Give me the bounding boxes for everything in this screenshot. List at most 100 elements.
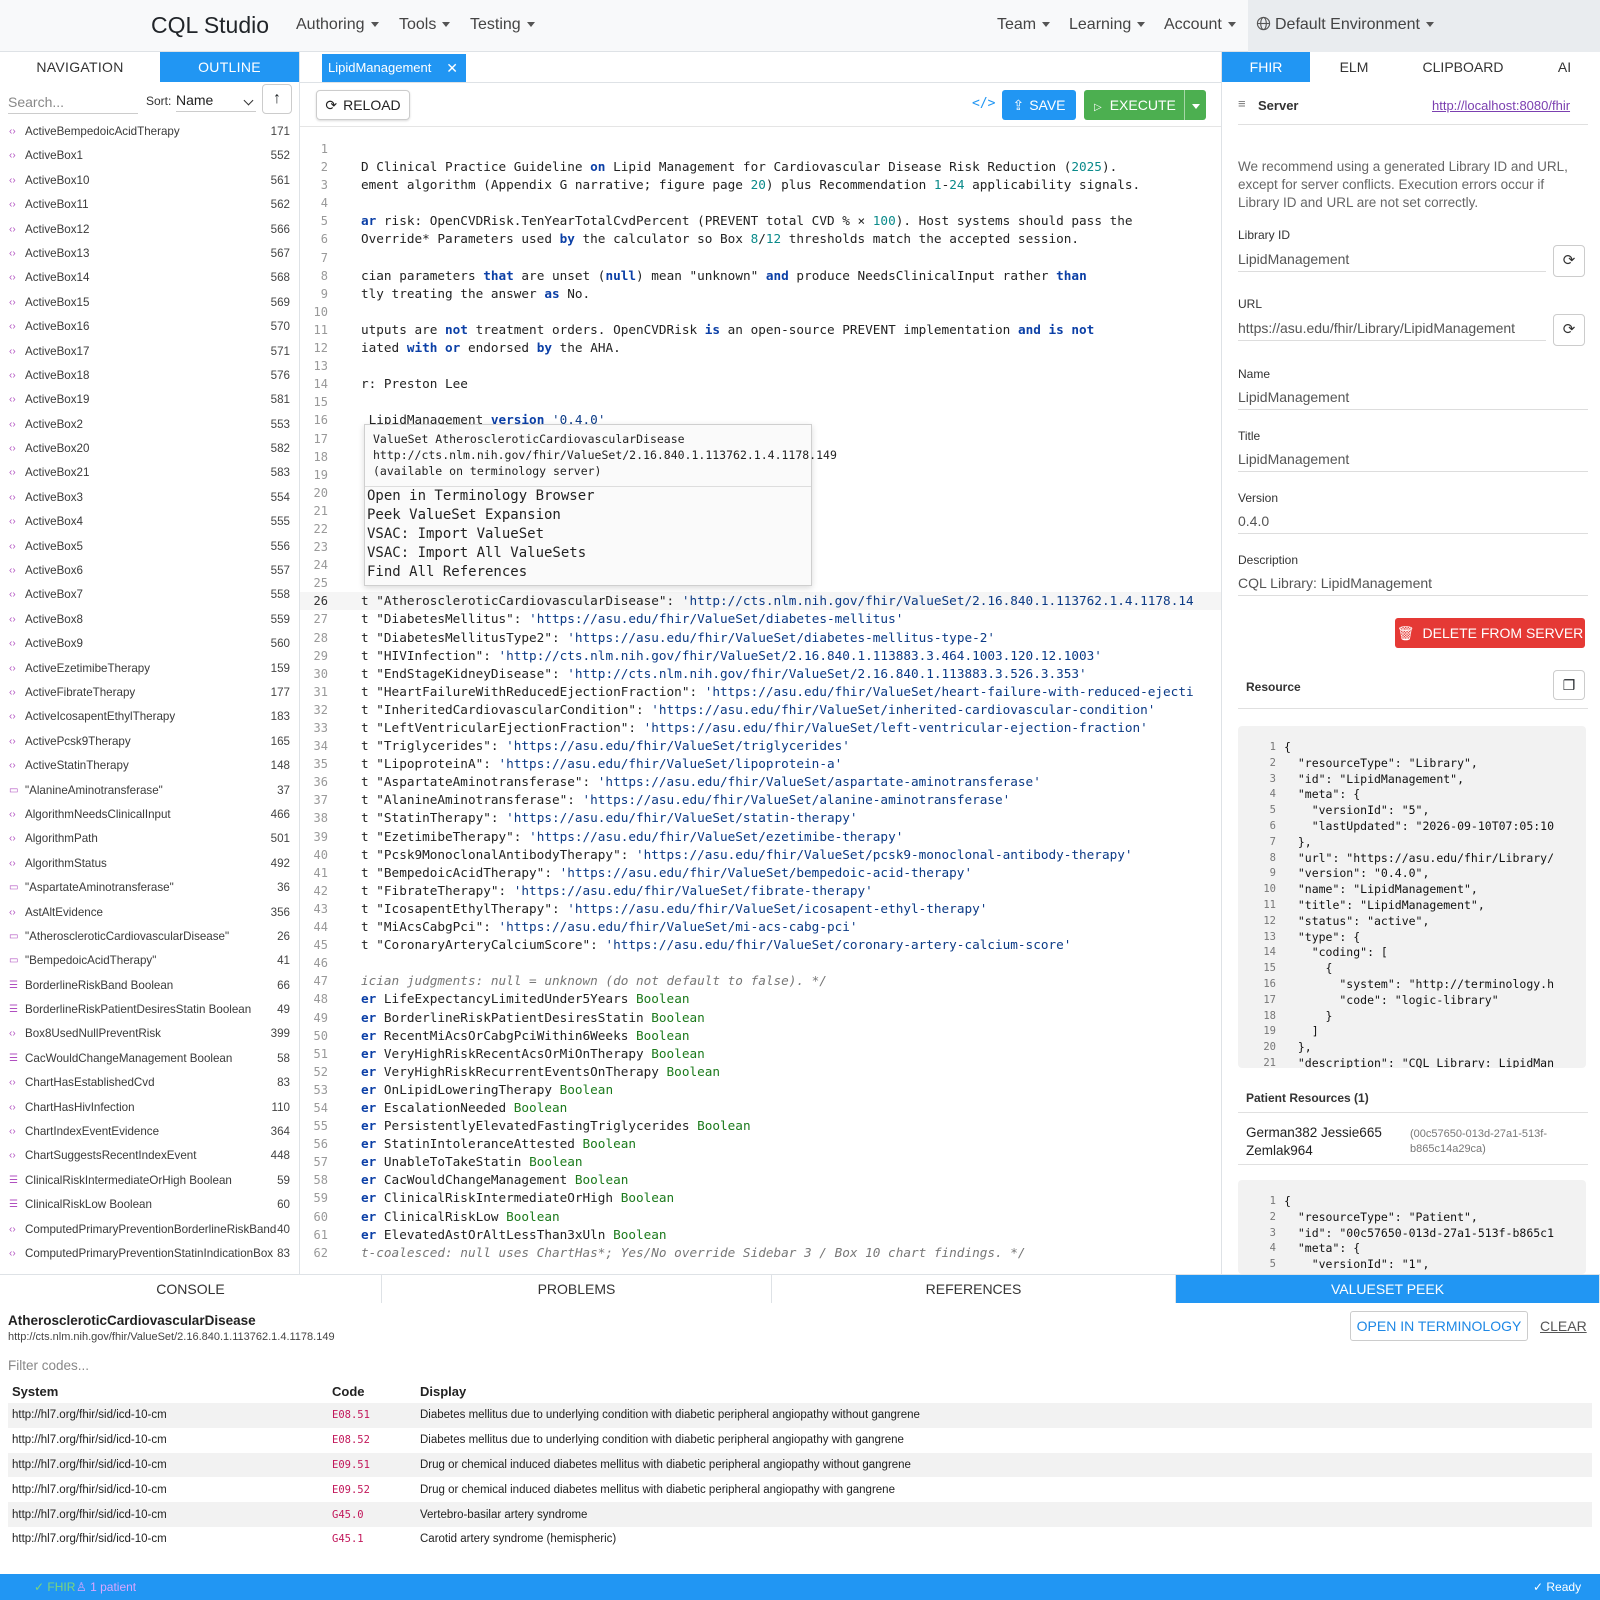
code-line[interactable]: 53 er OnLipidLoweringTherapy Boolean bbox=[300, 1081, 1221, 1099]
menu-tools[interactable]: Tools bbox=[399, 16, 451, 34]
column-header-system[interactable]: System bbox=[8, 1379, 328, 1403]
code-line[interactable]: 60 er ClinicalRiskLow Boolean bbox=[300, 1208, 1221, 1226]
code-line[interactable]: 15 bbox=[300, 393, 1221, 411]
code-line[interactable]: 52 er VeryHighRiskRecurrentEventsOnTherap… bbox=[300, 1063, 1221, 1081]
sort-select[interactable]: Name bbox=[176, 88, 256, 112]
code-line[interactable]: 37 t "AlanineAminotransferase": 'https://… bbox=[300, 791, 1221, 809]
table-row[interactable]: http://hl7.org/fhir/sid/icd-10-cm E09.52 D… bbox=[8, 1477, 1592, 1502]
outline-item[interactable]: ☰ CacWouldChangeManagement Boolean 58 bbox=[0, 1047, 300, 1071]
reload-button[interactable]: ⟳ RELOAD bbox=[316, 90, 410, 120]
action-vsac-import[interactable]: VSAC: Import ValueSet bbox=[367, 525, 811, 544]
title-field[interactable]: LipidManagement bbox=[1238, 446, 1588, 472]
outline-item[interactable]: ‹› ComputedPrimaryPreventionStatinIndicat… bbox=[0, 1242, 300, 1262]
code-line[interactable]: 58 er CacWouldChangeManagement Boolean bbox=[300, 1171, 1221, 1189]
action-vsac-import-all[interactable]: VSAC: Import All ValueSets bbox=[367, 544, 811, 563]
environment-selector[interactable]: Default Environment bbox=[1248, 0, 1600, 52]
outline-item[interactable]: ‹› ActiveBox11 562 bbox=[0, 193, 300, 217]
code-line[interactable]: 48 er LifeExpectancyLimitedUnder5Years Bo… bbox=[300, 990, 1221, 1008]
menu-learning[interactable]: Learning bbox=[1069, 16, 1146, 34]
outline-item[interactable]: ‹› ChartIndexEventEvidence 364 bbox=[0, 1120, 300, 1144]
outline-item[interactable]: ☰ ClinicalRiskIntermediateOrHigh Boolean 5… bbox=[0, 1169, 300, 1193]
open-in-terminology-button[interactable]: OPEN IN TERMINOLOGY bbox=[1350, 1311, 1528, 1341]
code-line[interactable]: 61 er ElevatedAstOrAltLessThan3xUln Boole… bbox=[300, 1226, 1221, 1244]
code-line[interactable]: 50 er RecentMiAcsOrCabgPciWithin6Weeks Bo… bbox=[300, 1027, 1221, 1045]
code-line[interactable]: 26 t "AtheroscleroticCardiovascularDiseas… bbox=[300, 592, 1221, 611]
code-line[interactable]: 59 er ClinicalRiskIntermediateOrHigh Bool… bbox=[300, 1189, 1221, 1207]
outline-item[interactable]: ‹› ActiveBox17 571 bbox=[0, 340, 300, 364]
code-line[interactable]: 51 er VeryHighRiskRecentAcsOrMiOnTherapy … bbox=[300, 1045, 1221, 1063]
outline-item[interactable]: ‹› AlgorithmNeedsClinicalInput 466 bbox=[0, 803, 300, 827]
format-code-icon[interactable]: </> bbox=[972, 96, 995, 111]
regenerate-url-button[interactable]: ⟳ bbox=[1553, 314, 1585, 346]
table-row[interactable]: http://hl7.org/fhir/sid/icd-10-cm E08.51 D… bbox=[8, 1403, 1592, 1428]
outline-item[interactable]: ‹› ActivePcsk9Therapy 165 bbox=[0, 730, 300, 754]
outline-search-input[interactable] bbox=[8, 90, 138, 114]
table-row[interactable]: http://hl7.org/fhir/sid/icd-10-cm G45.1 Ca… bbox=[8, 1527, 1592, 1549]
resource-json-viewer[interactable]: 1{2 "resourceType": "Library", 3 "id": "L… bbox=[1238, 726, 1586, 1068]
delete-from-server-button[interactable]: 🗑 DELETE FROM SERVER bbox=[1395, 618, 1585, 648]
code-line[interactable]: 62 t-coalesced: null uses ChartHas*; Yes/… bbox=[300, 1244, 1221, 1262]
code-line[interactable]: 42 t "FibrateTherapy": 'https://asu.edu/f… bbox=[300, 882, 1221, 900]
menu-account[interactable]: Account bbox=[1164, 16, 1236, 34]
fhir-status[interactable]: ✓ FHIR bbox=[34, 1574, 75, 1600]
outline-item[interactable]: ‹› ActiveBox19 581 bbox=[0, 388, 300, 412]
outline-item[interactable]: ‹› ActiveBox20 582 bbox=[0, 437, 300, 461]
code-line[interactable]: 6 Override* Parameters used by the calcul… bbox=[300, 230, 1221, 248]
code-line[interactable]: 14 r: Preston Lee bbox=[300, 375, 1221, 393]
action-peek-expansion[interactable]: Peek ValueSet Expansion bbox=[367, 506, 811, 525]
outline-item[interactable]: ‹› ActiveBox15 569 bbox=[0, 291, 300, 315]
code-line[interactable]: 43 t "IcosapentEthylTherapy": 'https://as… bbox=[300, 900, 1221, 918]
table-row[interactable]: http://hl7.org/fhir/sid/icd-10-cm E08.52 D… bbox=[8, 1428, 1592, 1453]
outline-item[interactable]: ‹› ActiveBox7 558 bbox=[0, 583, 300, 607]
code-line[interactable]: 3 ement algorithm (Appendix G narrative; … bbox=[300, 176, 1221, 194]
outline-item[interactable]: ‹› ActiveFibrateTherapy 177 bbox=[0, 681, 300, 705]
execute-options-toggle[interactable] bbox=[1184, 90, 1206, 120]
column-header-code[interactable]: Code bbox=[328, 1379, 416, 1403]
outline-item[interactable]: ‹› ActiveEzetimibeTherapy 159 bbox=[0, 657, 300, 681]
code-line[interactable]: 5 ar risk: OpenCVDRisk.TenYearTotalCvdPer… bbox=[300, 212, 1221, 230]
code-line[interactable]: 34 t "Triglycerides": 'https://asu.edu/fh… bbox=[300, 737, 1221, 755]
server-url-link[interactable]: http://localhost:8080/fhir bbox=[1432, 98, 1570, 113]
code-line[interactable]: 46 bbox=[300, 954, 1221, 972]
outline-item[interactable]: ☰ ClinicalRiskLow Boolean 60 bbox=[0, 1193, 300, 1217]
tab-clipboard[interactable]: CLIPBOARD bbox=[1398, 52, 1528, 82]
outline-item[interactable]: ‹› ActiveBox4 555 bbox=[0, 510, 300, 534]
code-line[interactable]: 47 ician judgments: null = unknown (do no… bbox=[300, 972, 1221, 990]
library-id-field[interactable]: LipidManagement bbox=[1238, 246, 1546, 272]
tab-elm[interactable]: ELM bbox=[1310, 52, 1398, 82]
tab-references[interactable]: REFERENCES bbox=[772, 1275, 1176, 1303]
tab-console[interactable]: CONSOLE bbox=[0, 1275, 382, 1303]
code-line[interactable]: 54 er EscalationNeeded Boolean bbox=[300, 1099, 1221, 1117]
outline-item[interactable]: ‹› ActiveBox8 559 bbox=[0, 608, 300, 632]
document-tab[interactable]: LipidManagement ✕ bbox=[322, 54, 466, 82]
outline-item[interactable]: ‹› AlgorithmPath 501 bbox=[0, 827, 300, 851]
outline-item[interactable]: ‹› Box8UsedNullPreventRisk 399 bbox=[0, 1022, 300, 1046]
code-line[interactable]: 29 t "HIVInfection": 'http://cts.nlm.nih.… bbox=[300, 647, 1221, 665]
outline-item[interactable]: ‹› ActiveBox3 554 bbox=[0, 486, 300, 510]
outline-item[interactable]: ‹› ActiveBox10 561 bbox=[0, 169, 300, 193]
tab-navigation[interactable]: NAVIGATION bbox=[0, 52, 160, 82]
code-line[interactable]: 27 t "DiabetesMellitus": 'https://asu.edu… bbox=[300, 610, 1221, 628]
outline-item[interactable]: ▭ "AtheroscleroticCardiovascularDisease" 2… bbox=[0, 925, 300, 949]
outline-item[interactable]: ‹› ActiveBox18 576 bbox=[0, 364, 300, 388]
patient-json-viewer[interactable]: 1{2 "resourceType": "Patient", 3 "id": "0… bbox=[1238, 1180, 1586, 1274]
action-open-terminology[interactable]: Open in Terminology Browser bbox=[367, 487, 811, 506]
outline-item[interactable]: ‹› ActiveBox16 570 bbox=[0, 315, 300, 339]
table-row[interactable]: http://hl7.org/fhir/sid/icd-10-cm E09.51 D… bbox=[8, 1452, 1592, 1478]
outline-item[interactable]: ▭ "AspartateAminotransferase" 36 bbox=[0, 876, 300, 900]
code-line[interactable]: 35 t "LipoproteinA": 'https://asu.edu/fhi… bbox=[300, 755, 1221, 773]
code-line[interactable]: 49 er BorderlineRiskPatientDesiresStatin … bbox=[300, 1009, 1221, 1027]
close-icon[interactable]: ✕ bbox=[446, 54, 458, 82]
outline-item[interactable]: ‹› ActiveBox2 553 bbox=[0, 413, 300, 437]
outline-item[interactable]: ‹› ActiveBox12 566 bbox=[0, 218, 300, 242]
code-line[interactable]: 32 t "InheritedCardiovascularCondition": … bbox=[300, 701, 1221, 719]
tab-fhir[interactable]: FHIR bbox=[1222, 52, 1310, 82]
code-line[interactable]: 30 t "EndStageKidneyDisease": 'http://cts… bbox=[300, 665, 1221, 683]
outline-item[interactable]: ‹› ChartHasEstablishedCvd 83 bbox=[0, 1071, 300, 1095]
code-line[interactable]: 1 bbox=[300, 140, 1221, 158]
regenerate-id-button[interactable]: ⟳ bbox=[1553, 245, 1585, 277]
patient-count[interactable]: ♙ 1 patient bbox=[76, 1574, 136, 1600]
outline-item[interactable]: ‹› ChartSuggestsRecentIndexEvent 448 bbox=[0, 1144, 300, 1168]
outline-item[interactable]: ‹› ActiveBox5 556 bbox=[0, 535, 300, 559]
code-line[interactable]: 13 bbox=[300, 357, 1221, 375]
